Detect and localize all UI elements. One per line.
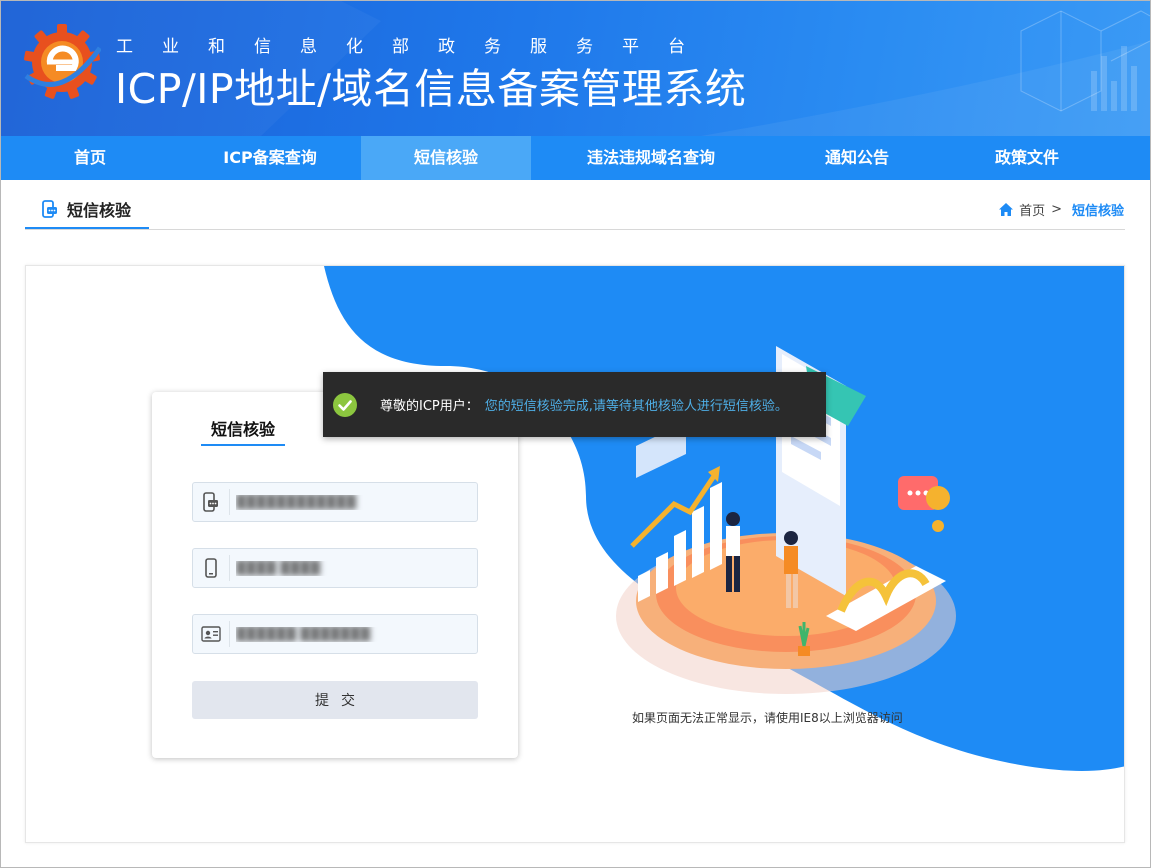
mobile-phone-icon bbox=[205, 558, 217, 578]
breadcrumb-current: 短信核验 bbox=[1071, 204, 1124, 219]
home-icon bbox=[999, 203, 1014, 216]
check-circle-icon bbox=[333, 392, 357, 417]
id-card-icon bbox=[201, 626, 221, 642]
toast-title: 尊敬的ICP用户： bbox=[380, 399, 479, 414]
page-tab-label: 短信核验 bbox=[67, 201, 132, 220]
breadcrumb-separator: > bbox=[1051, 202, 1062, 217]
miit-logo-icon bbox=[24, 24, 101, 99]
nav-item-policy-docs[interactable]: 政策文件 bbox=[943, 136, 1111, 180]
sms-code-field bbox=[192, 482, 478, 522]
page-tab: 短信核验 bbox=[25, 191, 149, 229]
success-toast: 尊敬的ICP用户： 您的短信核验完成,请等待其他核验人进行短信核验。 bbox=[323, 372, 826, 437]
sms-code-input[interactable] bbox=[230, 483, 477, 521]
sms-verify-form: 短信核验 ████████████ ████ ████ ██████ █████… bbox=[152, 392, 518, 758]
nav-item-icp-query[interactable]: ICP备案查询 bbox=[179, 136, 361, 180]
toast-message: 您的短信核验完成,请等待其他核验人进行短信核验。 bbox=[484, 399, 788, 414]
breadcrumb-home[interactable]: 首页 bbox=[1019, 200, 1045, 219]
header-title: ICP/IP地址/域名信息备案管理系统 bbox=[115, 65, 747, 113]
divider bbox=[25, 229, 1125, 230]
form-tab-sms-verify[interactable]: 短信核验 bbox=[201, 416, 285, 446]
nav-item-notices[interactable]: 通知公告 bbox=[771, 136, 943, 180]
nav-item-illegal-domain-query[interactable]: 违法违规域名查询 bbox=[531, 136, 771, 180]
mobile-phone-input[interactable] bbox=[230, 549, 477, 587]
submit-button[interactable]: 提交 bbox=[192, 681, 478, 719]
browser-compat-note: 如果页面无法正常显示，请使用IE8以上浏览器访问 bbox=[632, 711, 903, 725]
nav-item-sms-verify[interactable]: 短信核验 bbox=[361, 136, 531, 180]
nav-item-home[interactable]: 首页 bbox=[1, 136, 179, 180]
sms-code-icon bbox=[203, 492, 218, 512]
breadcrumb: 首页 > 短信核验 bbox=[999, 200, 1124, 219]
main-nav: 首页 ICP备案查询 短信核验 违法违规域名查询 通知公告 政策文件 bbox=[1, 136, 1150, 180]
header-subtitle: 工业和信息化部政务服务平台 bbox=[116, 37, 714, 57]
id-card-field bbox=[192, 614, 478, 654]
sms-phone-icon bbox=[42, 200, 57, 218]
header-banner: 工业和信息化部政务服务平台 ICP/IP地址/域名信息备案管理系统 bbox=[1, 1, 1150, 136]
mobile-phone-field bbox=[192, 548, 478, 588]
id-card-input[interactable] bbox=[230, 615, 477, 653]
